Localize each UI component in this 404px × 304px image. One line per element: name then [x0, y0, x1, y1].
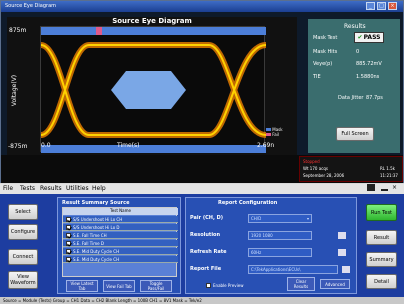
- menu-utilities[interactable]: Utilities: [66, 185, 89, 192]
- pair-select[interactable]: CH/D ▾: [248, 214, 312, 223]
- summary-row[interactable]: S.E. Fall Time D: [63, 240, 178, 247]
- select-button[interactable]: Select: [8, 204, 38, 220]
- row-checkbox[interactable]: [66, 225, 71, 230]
- mask-bottom: [41, 145, 266, 153]
- summary-col-header: Test Name: [63, 208, 178, 215]
- resolution-browse-icon[interactable]: [338, 232, 346, 239]
- mask-top: [41, 27, 266, 35]
- pair-label: Pair (CH, D): [190, 215, 224, 221]
- run-test-button[interactable]: Run Test: [366, 204, 397, 221]
- monitor-icon[interactable]: [367, 184, 375, 191]
- maximize-button[interactable]: □: [377, 2, 386, 10]
- refresh-field[interactable]: 60Hz: [248, 248, 312, 257]
- x-left-label: 0.0: [41, 142, 51, 149]
- status-bar-text: Source = Module (Tests) Group = CH1 Data…: [3, 298, 202, 303]
- status-rl: RL 1.5k: [380, 166, 395, 171]
- config-header: Report Configuration: [218, 200, 278, 206]
- plot-title: Source Eye Diagram: [112, 17, 192, 25]
- minimize-button[interactable]: _: [366, 2, 375, 10]
- summary-row[interactable]: S.E. Mid Duty Cycle CH: [63, 248, 178, 255]
- fail-marker: [96, 27, 102, 35]
- check-icon: ✔: [357, 34, 363, 41]
- clear-results-button[interactable]: Clear Results: [287, 277, 315, 291]
- connect-button[interactable]: Connect: [8, 249, 38, 265]
- y-top-label: 875m: [9, 27, 27, 34]
- toggle-pass-fail-button[interactable]: Toggle Pass/Fail: [140, 280, 172, 292]
- summary-row[interactable]: S.E. Fall Time CH: [63, 232, 178, 239]
- y-bottom-label: -875m: [8, 143, 28, 150]
- mask-hits-label: Mask Hits: [313, 49, 338, 55]
- row-checkbox[interactable]: [66, 233, 71, 238]
- results-header: Results: [344, 23, 366, 30]
- veye-label: Veye(p): [313, 61, 333, 67]
- minimize-icon[interactable]: [381, 189, 388, 191]
- teye-value: 1.5880ns: [356, 74, 380, 80]
- summary-row[interactable]: S/S Undershoot Hi Lo CH: [63, 216, 178, 223]
- eye-diagram-plot: Source Eye Diagram 875m -875m Voltage(V)…: [7, 17, 297, 155]
- eye-svg: [40, 27, 267, 153]
- row-checkbox[interactable]: [66, 241, 71, 246]
- report-file-label: Report File: [190, 266, 222, 272]
- acquisition-status: Stopped Wt 170 acqs September 28, 2006 R…: [299, 156, 403, 182]
- chevron-down-icon: ▾: [306, 216, 309, 221]
- data-jitter-value: 87.7ps: [366, 95, 383, 101]
- result-button[interactable]: Result: [366, 230, 397, 245]
- pass-badge: ✔ PASS: [354, 32, 384, 43]
- status-acqs: Wt 170 acqs: [303, 166, 328, 171]
- summary-row[interactable]: S/S Undershoot Hi Lo D: [63, 224, 178, 231]
- mask-test-label: Mask Test: [313, 35, 338, 41]
- refresh-label: Refresh Rate: [190, 249, 227, 255]
- window-title: Source Eye Diagram: [5, 3, 57, 9]
- eye-canvas: [40, 26, 267, 153]
- view-waveform-button[interactable]: View Waveform: [8, 271, 38, 289]
- refresh-browse-icon[interactable]: [338, 249, 346, 256]
- teye-label: TIE: [313, 74, 321, 80]
- control-panel: Select Configure Connect View Waveform R…: [0, 194, 404, 297]
- close-icon[interactable]: ×: [392, 184, 397, 191]
- summary-header: Result Summary Source: [62, 200, 130, 206]
- legend: Mask Fail: [266, 127, 283, 137]
- report-config-panel: Report Configuration Pair (CH, D) CH/D ▾ …: [185, 197, 357, 294]
- status-bar: Source = Module (Tests) Group = CH1 Data…: [0, 297, 404, 304]
- report-browse-icon[interactable]: [342, 266, 350, 273]
- veye-value: 885.72mV: [356, 61, 382, 67]
- menu-tests[interactable]: Tests: [20, 185, 35, 192]
- resolution-label: Resolution: [190, 232, 221, 238]
- status-time: 11:21:37: [380, 173, 398, 178]
- title-bar: Source Eye Diagram _ □ ×: [1, 1, 403, 12]
- advanced-button[interactable]: Advanced: [320, 279, 350, 289]
- row-checkbox[interactable]: [66, 217, 71, 222]
- mask-center: [111, 71, 186, 109]
- enable-preview-label: Enable Preview: [213, 283, 244, 288]
- x-right-label: 2.69n: [257, 142, 275, 149]
- summary-row[interactable]: S.E. Mid Duty Cycle CH: [63, 256, 178, 263]
- row-checkbox[interactable]: [66, 249, 71, 254]
- x-axis-label: Time(s): [117, 142, 140, 149]
- detail-button[interactable]: Detail: [366, 274, 397, 289]
- app-window: Source Eye Diagram _ □ × Source Eye Diag…: [0, 0, 404, 183]
- resolution-field[interactable]: 1920 1080: [248, 231, 312, 240]
- menu-help[interactable]: Help: [92, 185, 106, 192]
- menu-file[interactable]: File: [3, 185, 13, 192]
- close-button[interactable]: ×: [388, 2, 397, 10]
- report-file-field[interactable]: C:\TekApplications\ECUs\: [248, 265, 338, 274]
- menu-bar: File Tests Results Utilities Help ×: [0, 184, 404, 194]
- status-date: September 28, 2006: [303, 173, 345, 178]
- view-latest-tab-button[interactable]: View Latest Tab: [66, 280, 98, 292]
- summary-table: Test Name S/S Undershoot Hi Lo CH S/S Un…: [62, 207, 178, 277]
- result-summary-panel: Result Summary Source Test Name S/S Unde…: [57, 197, 181, 294]
- summary-button[interactable]: Summary: [366, 252, 397, 267]
- y-axis-label: Voltage(V): [11, 74, 19, 107]
- enable-preview-checkbox[interactable]: [206, 283, 211, 288]
- status-stopped: Stopped: [303, 159, 320, 164]
- view-fail-tab-button[interactable]: View Fail Tab: [103, 280, 135, 292]
- mask-hits-value: 0: [356, 49, 360, 55]
- data-jitter-label: Data Jitter: [338, 95, 364, 101]
- legend-fail: Fail: [272, 132, 279, 137]
- configure-button[interactable]: Configure: [8, 224, 38, 240]
- full-screen-button[interactable]: Full Screen: [336, 127, 374, 141]
- row-checkbox[interactable]: [66, 257, 71, 262]
- menu-results[interactable]: Results: [40, 185, 62, 192]
- results-panel: Results Mask Test ✔ PASS Mask Hits 0 Veye…: [308, 19, 400, 153]
